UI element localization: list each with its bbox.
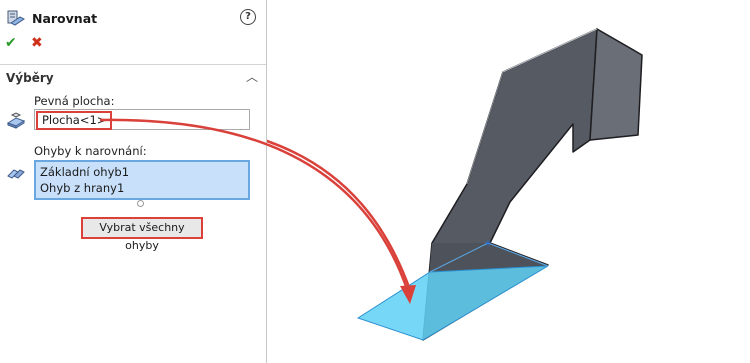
flatten-sheetmetal-icon bbox=[6, 9, 26, 27]
fixed-face-field[interactable]: Plocha<1> bbox=[34, 109, 250, 130]
part-flange bbox=[589, 27, 643, 141]
sheet-metal-part bbox=[267, 27, 643, 341]
help-icon[interactable]: ? bbox=[240, 9, 256, 25]
annotation-arrow bbox=[267, 139, 412, 291]
bends-list[interactable]: Základní ohyb1 Ohyb z hrany1 bbox=[34, 160, 250, 200]
select-all-bends-button[interactable]: Vybrat všechny ohyby bbox=[81, 217, 203, 252]
fixed-face-icon bbox=[6, 112, 26, 130]
bends-label: Ohyby k narovnání: bbox=[34, 144, 147, 158]
graphics-viewport[interactable] bbox=[267, 0, 750, 363]
cancel-button[interactable]: ✖ bbox=[31, 35, 43, 51]
selected-fixed-face bbox=[356, 265, 549, 341]
fixed-face-value: Plocha<1> bbox=[36, 111, 113, 130]
chevron-up-icon[interactable]: ︿ bbox=[246, 68, 258, 85]
panel-title: Narovnat bbox=[32, 10, 98, 26]
ok-button[interactable]: ✔ bbox=[5, 35, 17, 51]
list-item[interactable]: Ohyb z hrany1 bbox=[40, 180, 244, 196]
list-item[interactable]: Základní ohyb1 bbox=[40, 164, 244, 180]
fixed-face-label: Pevná plocha: bbox=[34, 94, 115, 108]
bends-icon bbox=[6, 166, 26, 182]
resize-handle[interactable] bbox=[137, 200, 144, 207]
panel-header: Narovnat bbox=[6, 8, 97, 28]
property-manager-panel: Narovnat ? ✔ ✖ Výběry ︿ Pevná plocha: Pl… bbox=[0, 0, 267, 363]
section-title-selections[interactable]: Výběry bbox=[6, 71, 54, 85]
divider bbox=[0, 64, 266, 65]
